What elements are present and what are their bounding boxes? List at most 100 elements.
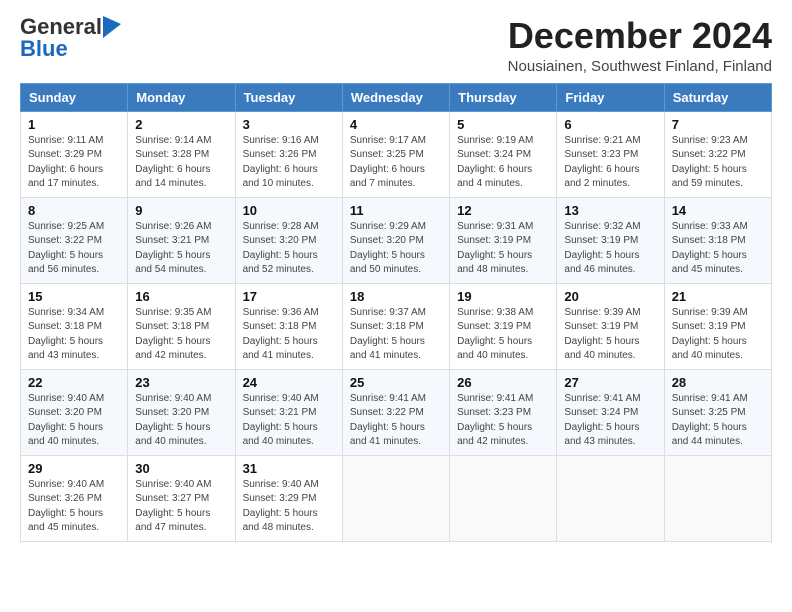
day-info: Sunrise: 9:35 AMSunset: 3:18 PMDaylight:…: [135, 307, 211, 362]
day-info: Sunrise: 9:41 AMSunset: 3:25 PMDaylight:…: [672, 393, 748, 448]
day-cell-15: 15 Sunrise: 9:34 AMSunset: 3:18 PMDaylig…: [21, 283, 128, 369]
day-info: Sunrise: 9:32 AMSunset: 3:19 PMDaylight:…: [564, 221, 640, 276]
day-cell-10: 10 Sunrise: 9:28 AMSunset: 3:20 PMDaylig…: [235, 197, 342, 283]
empty-cell: [664, 455, 771, 541]
day-info: Sunrise: 9:29 AMSunset: 3:20 PMDaylight:…: [350, 221, 426, 276]
day-number: 7: [672, 117, 764, 132]
day-info: Sunrise: 9:28 AMSunset: 3:20 PMDaylight:…: [243, 221, 319, 276]
day-number: 31: [243, 461, 335, 476]
day-info: Sunrise: 9:39 AMSunset: 3:19 PMDaylight:…: [672, 307, 748, 362]
day-number: 12: [457, 203, 549, 218]
day-info: Sunrise: 9:37 AMSunset: 3:18 PMDaylight:…: [350, 307, 426, 362]
day-info: Sunrise: 9:39 AMSunset: 3:19 PMDaylight:…: [564, 307, 640, 362]
day-cell-25: 25 Sunrise: 9:41 AMSunset: 3:22 PMDaylig…: [342, 369, 449, 455]
day-number: 16: [135, 289, 227, 304]
day-number: 30: [135, 461, 227, 476]
day-cell-14: 14 Sunrise: 9:33 AMSunset: 3:18 PMDaylig…: [664, 197, 771, 283]
day-number: 18: [350, 289, 442, 304]
day-number: 1: [28, 117, 120, 132]
day-number: 17: [243, 289, 335, 304]
day-number: 9: [135, 203, 227, 218]
day-info: Sunrise: 9:40 AMSunset: 3:21 PMDaylight:…: [243, 393, 319, 448]
day-cell-4: 4 Sunrise: 9:17 AMSunset: 3:25 PMDayligh…: [342, 111, 449, 197]
day-info: Sunrise: 9:11 AMSunset: 3:29 PMDaylight:…: [28, 135, 103, 190]
logo-icon: [103, 16, 121, 38]
day-info: Sunrise: 9:14 AMSunset: 3:28 PMDaylight:…: [135, 135, 211, 190]
day-number: 22: [28, 375, 120, 390]
weekday-header-wednesday: Wednesday: [342, 83, 449, 111]
day-cell-2: 2 Sunrise: 9:14 AMSunset: 3:28 PMDayligh…: [128, 111, 235, 197]
day-cell-20: 20 Sunrise: 9:39 AMSunset: 3:19 PMDaylig…: [557, 283, 664, 369]
day-cell-3: 3 Sunrise: 9:16 AMSunset: 3:26 PMDayligh…: [235, 111, 342, 197]
day-number: 19: [457, 289, 549, 304]
day-cell-6: 6 Sunrise: 9:21 AMSunset: 3:23 PMDayligh…: [557, 111, 664, 197]
day-cell-8: 8 Sunrise: 9:25 AMSunset: 3:22 PMDayligh…: [21, 197, 128, 283]
logo-general: General: [20, 16, 102, 38]
day-cell-24: 24 Sunrise: 9:40 AMSunset: 3:21 PMDaylig…: [235, 369, 342, 455]
day-number: 15: [28, 289, 120, 304]
day-cell-31: 31 Sunrise: 9:40 AMSunset: 3:29 PMDaylig…: [235, 455, 342, 541]
day-number: 3: [243, 117, 335, 132]
week-row-5: 29 Sunrise: 9:40 AMSunset: 3:26 PMDaylig…: [21, 455, 772, 541]
day-cell-22: 22 Sunrise: 9:40 AMSunset: 3:20 PMDaylig…: [21, 369, 128, 455]
day-info: Sunrise: 9:34 AMSunset: 3:18 PMDaylight:…: [28, 307, 104, 362]
weekday-header-friday: Friday: [557, 83, 664, 111]
day-cell-7: 7 Sunrise: 9:23 AMSunset: 3:22 PMDayligh…: [664, 111, 771, 197]
day-cell-1: 1 Sunrise: 9:11 AMSunset: 3:29 PMDayligh…: [21, 111, 128, 197]
logo: General Blue: [20, 16, 121, 62]
day-number: 14: [672, 203, 764, 218]
empty-cell: [557, 455, 664, 541]
weekday-header-thursday: Thursday: [450, 83, 557, 111]
day-info: Sunrise: 9:41 AMSunset: 3:23 PMDaylight:…: [457, 393, 533, 448]
day-number: 26: [457, 375, 549, 390]
weekday-header-tuesday: Tuesday: [235, 83, 342, 111]
day-cell-28: 28 Sunrise: 9:41 AMSunset: 3:25 PMDaylig…: [664, 369, 771, 455]
day-number: 6: [564, 117, 656, 132]
day-cell-19: 19 Sunrise: 9:38 AMSunset: 3:19 PMDaylig…: [450, 283, 557, 369]
empty-cell: [342, 455, 449, 541]
day-info: Sunrise: 9:19 AMSunset: 3:24 PMDaylight:…: [457, 135, 533, 190]
day-number: 25: [350, 375, 442, 390]
day-number: 29: [28, 461, 120, 476]
week-row-4: 22 Sunrise: 9:40 AMSunset: 3:20 PMDaylig…: [21, 369, 772, 455]
day-number: 27: [564, 375, 656, 390]
day-info: Sunrise: 9:40 AMSunset: 3:20 PMDaylight:…: [28, 393, 104, 448]
location-title: Nousiainen, Southwest Finland, Finland: [508, 58, 772, 75]
week-row-3: 15 Sunrise: 9:34 AMSunset: 3:18 PMDaylig…: [21, 283, 772, 369]
empty-cell: [450, 455, 557, 541]
day-number: 10: [243, 203, 335, 218]
day-info: Sunrise: 9:41 AMSunset: 3:24 PMDaylight:…: [564, 393, 640, 448]
day-cell-13: 13 Sunrise: 9:32 AMSunset: 3:19 PMDaylig…: [557, 197, 664, 283]
day-number: 21: [672, 289, 764, 304]
day-number: 8: [28, 203, 120, 218]
day-number: 11: [350, 203, 442, 218]
day-info: Sunrise: 9:31 AMSunset: 3:19 PMDaylight:…: [457, 221, 533, 276]
day-number: 5: [457, 117, 549, 132]
day-info: Sunrise: 9:33 AMSunset: 3:18 PMDaylight:…: [672, 221, 748, 276]
day-cell-11: 11 Sunrise: 9:29 AMSunset: 3:20 PMDaylig…: [342, 197, 449, 283]
day-info: Sunrise: 9:40 AMSunset: 3:26 PMDaylight:…: [28, 479, 104, 534]
day-cell-18: 18 Sunrise: 9:37 AMSunset: 3:18 PMDaylig…: [342, 283, 449, 369]
day-info: Sunrise: 9:17 AMSunset: 3:25 PMDaylight:…: [350, 135, 426, 190]
weekday-header-saturday: Saturday: [664, 83, 771, 111]
day-info: Sunrise: 9:38 AMSunset: 3:19 PMDaylight:…: [457, 307, 533, 362]
header: General Blue December 2024 Nousiainen, S…: [20, 16, 772, 75]
day-number: 13: [564, 203, 656, 218]
day-number: 23: [135, 375, 227, 390]
day-info: Sunrise: 9:26 AMSunset: 3:21 PMDaylight:…: [135, 221, 211, 276]
day-cell-23: 23 Sunrise: 9:40 AMSunset: 3:20 PMDaylig…: [128, 369, 235, 455]
logo-blue: Blue: [20, 36, 68, 61]
weekday-header-row: SundayMondayTuesdayWednesdayThursdayFrid…: [21, 83, 772, 111]
day-cell-21: 21 Sunrise: 9:39 AMSunset: 3:19 PMDaylig…: [664, 283, 771, 369]
day-number: 4: [350, 117, 442, 132]
day-info: Sunrise: 9:25 AMSunset: 3:22 PMDaylight:…: [28, 221, 104, 276]
day-cell-27: 27 Sunrise: 9:41 AMSunset: 3:24 PMDaylig…: [557, 369, 664, 455]
week-row-1: 1 Sunrise: 9:11 AMSunset: 3:29 PMDayligh…: [21, 111, 772, 197]
month-title: December 2024: [508, 16, 772, 56]
day-cell-26: 26 Sunrise: 9:41 AMSunset: 3:23 PMDaylig…: [450, 369, 557, 455]
day-cell-5: 5 Sunrise: 9:19 AMSunset: 3:24 PMDayligh…: [450, 111, 557, 197]
day-info: Sunrise: 9:36 AMSunset: 3:18 PMDaylight:…: [243, 307, 319, 362]
day-info: Sunrise: 9:23 AMSunset: 3:22 PMDaylight:…: [672, 135, 748, 190]
weekday-header-monday: Monday: [128, 83, 235, 111]
day-cell-9: 9 Sunrise: 9:26 AMSunset: 3:21 PMDayligh…: [128, 197, 235, 283]
